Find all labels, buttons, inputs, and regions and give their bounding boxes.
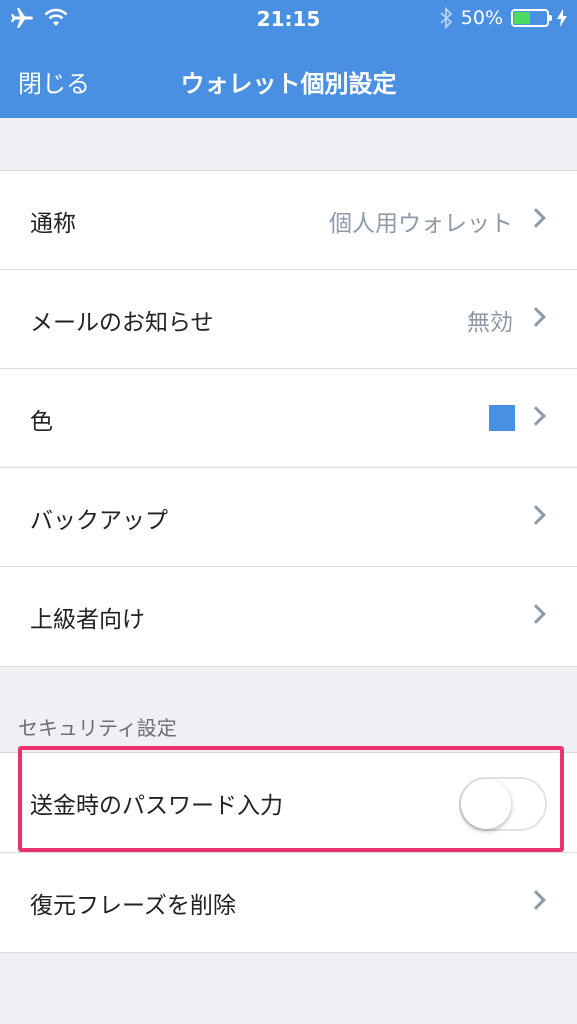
security-section-header: セキュリティ設定 (18, 716, 177, 740)
status-right: 50% (439, 7, 567, 29)
chevron-right-icon (526, 890, 546, 910)
battery-icon (511, 9, 552, 27)
bluetooth-icon (440, 7, 453, 29)
color-swatch (489, 405, 515, 431)
status-bar: 21:15 50% (0, 0, 577, 40)
chevron-right-icon (526, 307, 546, 327)
color-label: 色 (30, 409, 53, 435)
battery-fill (514, 12, 530, 24)
nickname-value: 個人用ウォレット (329, 211, 513, 237)
advanced-row[interactable]: 上級者向け (0, 567, 577, 666)
app-header: 21:15 50% 閉じる ウォレット個別設定 (0, 0, 577, 118)
advanced-label: 上級者向け (30, 607, 145, 633)
nickname-label: 通称 (30, 211, 76, 237)
mail-notice-row[interactable]: メールのお知らせ 無効 (0, 270, 577, 369)
delete-phrase-row[interactable]: 復元フレーズを削除 (0, 853, 577, 952)
security-settings-group: 送金時のパスワード入力 復元フレーズを削除 (0, 752, 577, 953)
general-settings-group: 通称 個人用ウォレット メールのお知らせ 無効 色 バックアップ 上級者向け (0, 170, 577, 667)
nickname-row[interactable]: 通称 個人用ウォレット (0, 171, 577, 270)
navigation-bar: 閉じる ウォレット個別設定 (0, 50, 577, 108)
chevron-right-icon (526, 208, 546, 228)
battery-percent: 50% (460, 7, 503, 29)
color-row[interactable]: 色 (0, 369, 577, 468)
backup-row[interactable]: バックアップ (0, 468, 577, 567)
toggle-knob (461, 779, 511, 829)
send-password-label: 送金時のパスワード入力 (30, 793, 283, 819)
charging-icon (557, 9, 567, 27)
backup-label: バックアップ (30, 508, 168, 534)
send-password-row: 送金時のパスワード入力 (0, 753, 577, 853)
chevron-right-icon (526, 604, 546, 624)
chevron-right-icon (526, 406, 546, 426)
mail-notice-value: 無効 (467, 310, 513, 336)
send-password-toggle[interactable] (459, 777, 547, 831)
mail-notice-label: メールのお知らせ (30, 310, 214, 336)
delete-phrase-label: 復元フレーズを削除 (30, 893, 236, 919)
chevron-right-icon (526, 505, 546, 525)
page-title: ウォレット個別設定 (180, 70, 397, 98)
